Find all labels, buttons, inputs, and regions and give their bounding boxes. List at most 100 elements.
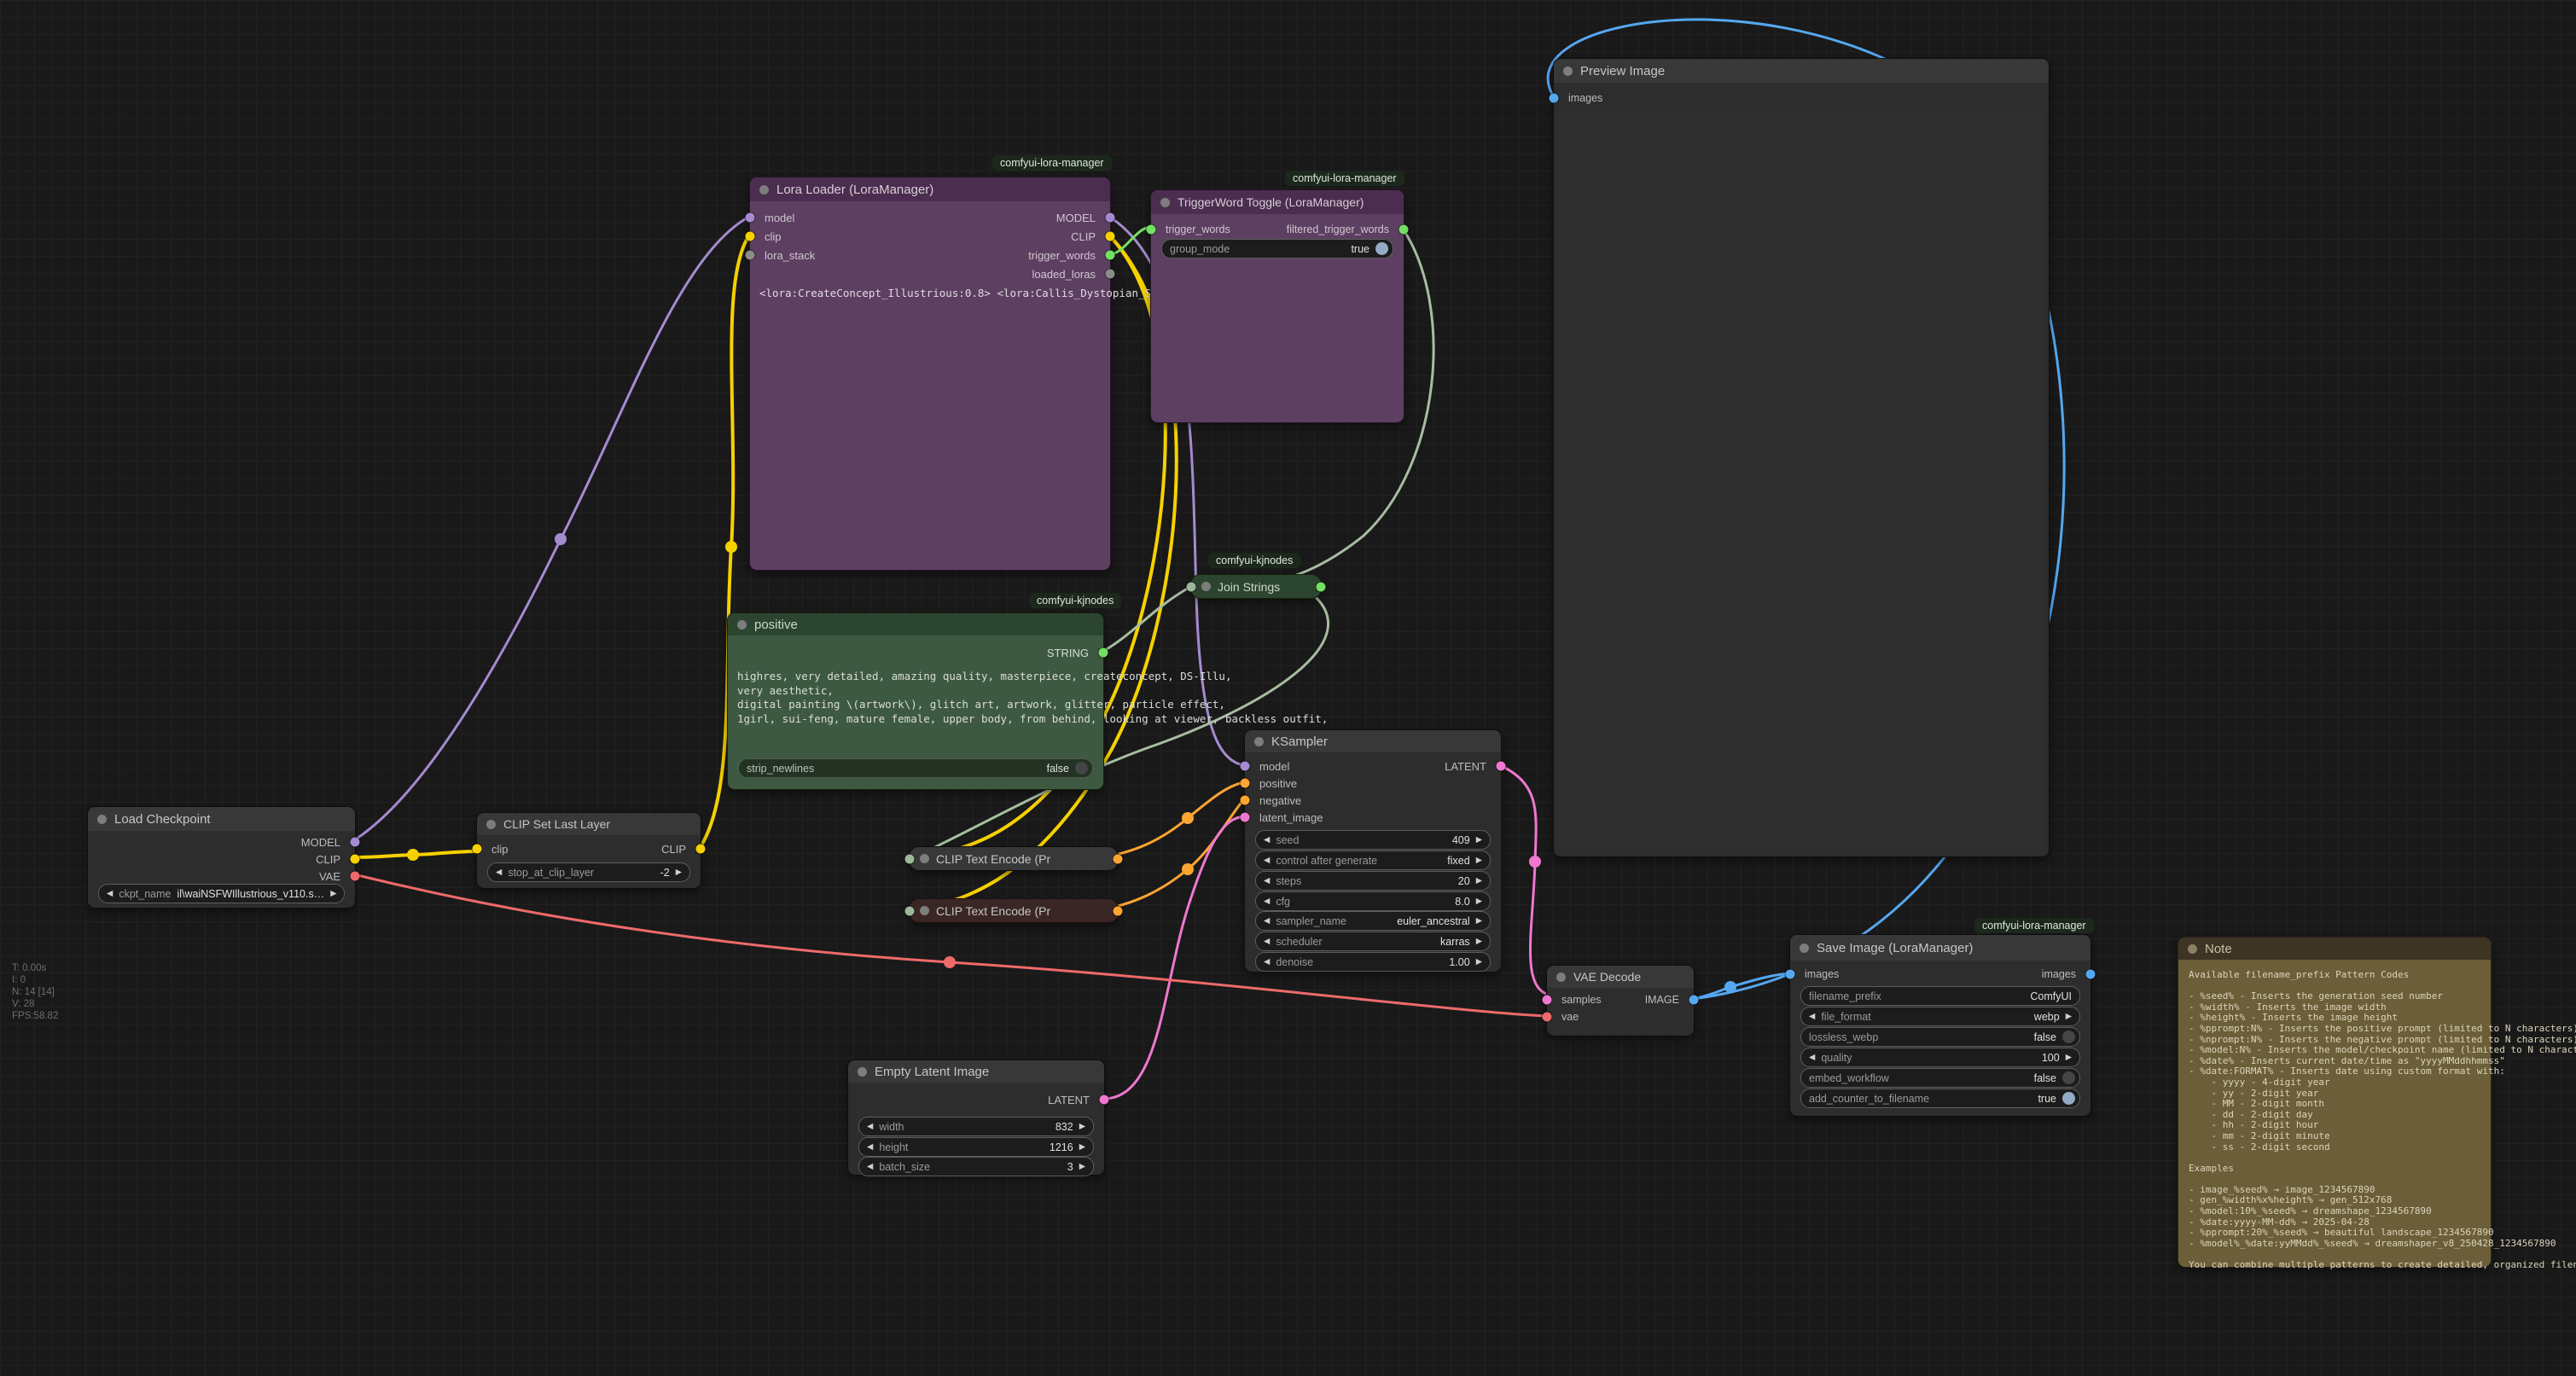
slot-dot-string-out[interactable]: [1317, 582, 1326, 591]
slot-dot-image-out[interactable]: [1689, 996, 1699, 1005]
node-clip-text-encode-positive[interactable]: CLIP Text Encode (Pr: [909, 846, 1119, 871]
toggle-circle[interactable]: [2062, 1092, 2075, 1105]
widget-scheduler[interactable]: ◀ scheduler karras ▶: [1255, 932, 1491, 951]
node-preview-image[interactable]: Preview Image images: [1553, 58, 2050, 857]
slot-dot-model[interactable]: [1241, 762, 1250, 771]
node-titlebar[interactable]: VAE Decode: [1547, 966, 1694, 988]
widget-ckpt-name[interactable]: ◀ ckpt_name il\waiNSFWIllustrious_v110.s…: [98, 884, 345, 903]
slot-dot-conditioning-out[interactable]: [1114, 906, 1123, 915]
reroute-dot[interactable]: [1529, 856, 1541, 868]
widget-sampler-name[interactable]: ◀ sampler_name euler_ancestral ▶: [1255, 911, 1491, 931]
node-positive-prompt[interactable]: positive STRING highres, very detailed, …: [727, 613, 1104, 790]
node-titlebar[interactable]: Save Image (LoraManager): [1790, 935, 2090, 961]
collapse-dot[interactable]: [1563, 67, 1573, 76]
toggle-circle[interactable]: [1375, 242, 1388, 255]
node-titlebar[interactable]: Load Checkpoint: [88, 807, 355, 831]
slot-dot-images[interactable]: [1550, 94, 1559, 103]
slot-dot-latent-out[interactable]: [1100, 1095, 1109, 1105]
node-join-strings[interactable]: Join Strings: [1190, 574, 1322, 599]
slot-dot-strings-in[interactable]: [1187, 582, 1196, 591]
increment-arrow[interactable]: ▶: [2066, 1054, 2072, 1062]
node-empty-latent-image[interactable]: Empty Latent Image LATENT ◀ width 832 ▶ …: [847, 1060, 1105, 1176]
slot-dot-vae[interactable]: [1543, 1013, 1552, 1022]
decrement-arrow[interactable]: ◀: [107, 890, 113, 898]
note-body-text[interactable]: Available filename_prefix Pattern Codes …: [2189, 970, 2576, 1271]
collapse-dot[interactable]: [737, 620, 747, 630]
slot-dot-clip-out[interactable]: [696, 845, 706, 854]
node-titlebar[interactable]: Preview Image: [1554, 59, 2049, 83]
slot-dot-string[interactable]: [1099, 648, 1108, 658]
widget-steps[interactable]: ◀ steps 20 ▶: [1255, 871, 1491, 891]
widget-group-mode[interactable]: group_mode true: [1161, 239, 1393, 258]
slot-dot-conditioning-out[interactable]: [1114, 854, 1123, 863]
node-titlebar[interactable]: Empty Latent Image: [848, 1060, 1104, 1083]
slot-dot-trigger-words-in[interactable]: [1147, 225, 1156, 235]
increment-arrow[interactable]: ▶: [1476, 917, 1482, 926]
decrement-arrow[interactable]: ◀: [496, 868, 502, 877]
node-titlebar[interactable]: Lora Loader (LoraManager): [750, 177, 1110, 201]
reroute-dot[interactable]: [555, 533, 567, 545]
increment-arrow[interactable]: ▶: [1476, 938, 1482, 946]
node-save-image[interactable]: Save Image (LoraManager) images images f…: [1789, 934, 2091, 1117]
decrement-arrow[interactable]: ◀: [1264, 856, 1270, 865]
decrement-arrow[interactable]: ◀: [1264, 938, 1270, 946]
increment-arrow[interactable]: ▶: [1476, 836, 1482, 845]
decrement-arrow[interactable]: ◀: [1264, 897, 1270, 906]
slot-dot-trigger-words[interactable]: [1106, 251, 1115, 260]
increment-arrow[interactable]: ▶: [1476, 856, 1482, 865]
increment-arrow[interactable]: ▶: [1476, 897, 1482, 906]
decrement-arrow[interactable]: ◀: [1264, 877, 1270, 885]
node-triggerword-toggle[interactable]: TriggerWord Toggle (LoraManager) trigger…: [1150, 189, 1404, 423]
decrement-arrow[interactable]: ◀: [1809, 1054, 1815, 1062]
node-ksampler[interactable]: KSampler model positive negative latent_…: [1244, 729, 1502, 972]
node-titlebar[interactable]: CLIP Set Last Layer: [477, 813, 701, 835]
increment-arrow[interactable]: ▶: [1476, 958, 1482, 967]
widget-add-counter-to-filename[interactable]: add_counter_to_filename true: [1800, 1089, 2080, 1108]
collapse-dot[interactable]: [486, 820, 496, 829]
slot-dot-clip-in[interactable]: [473, 845, 482, 854]
widget-cfg[interactable]: ◀ cfg 8.0 ▶: [1255, 891, 1491, 911]
decrement-arrow[interactable]: ◀: [867, 1143, 873, 1152]
node-clip-text-encode-negative[interactable]: CLIP Text Encode (Pr: [909, 898, 1119, 923]
decrement-arrow[interactable]: ◀: [1809, 1013, 1815, 1021]
reroute-dot[interactable]: [1182, 812, 1194, 824]
increment-arrow[interactable]: ▶: [676, 868, 682, 877]
widget-strip-newlines[interactable]: strip_newlines false: [738, 758, 1093, 778]
widget-control-after-generate[interactable]: ◀ control after generate fixed ▶: [1255, 851, 1491, 870]
increment-arrow[interactable]: ▶: [1079, 1163, 1085, 1171]
node-vae-decode[interactable]: VAE Decode samples IMAGE vae: [1546, 965, 1695, 1036]
widget-filename-prefix[interactable]: filename_prefix ComfyUI: [1800, 986, 2080, 1006]
slot-dot-clip[interactable]: [351, 855, 360, 864]
toggle-circle[interactable]: [2062, 1071, 2075, 1084]
slot-dot-model-out[interactable]: [1106, 213, 1115, 223]
decrement-arrow[interactable]: ◀: [1264, 917, 1270, 926]
node-titlebar[interactable]: positive: [728, 613, 1103, 636]
prompt-text[interactable]: highres, very detailed, amazing quality,…: [737, 670, 1328, 726]
widget-height[interactable]: ◀ height 1216 ▶: [858, 1137, 1094, 1157]
slot-dot-clip[interactable]: [746, 232, 755, 241]
reroute-dot[interactable]: [1724, 981, 1736, 993]
reroute-dot[interactable]: [1182, 863, 1194, 875]
node-lora-loader[interactable]: Lora Loader (LoraManager) model clip lor…: [749, 177, 1111, 571]
collapse-dot[interactable]: [1800, 943, 1809, 953]
collapse-dot[interactable]: [2188, 944, 2197, 954]
slot-dot-model[interactable]: [746, 213, 755, 223]
slot-dot-lora-stack[interactable]: [746, 251, 755, 260]
node-titlebar[interactable]: KSampler: [1245, 730, 1501, 752]
slot-dot-positive[interactable]: [1241, 779, 1250, 788]
widget-stop-at-clip-layer[interactable]: ◀ stop_at_clip_layer -2 ▶: [487, 862, 690, 882]
slot-dot-images-in[interactable]: [1786, 970, 1795, 979]
collapse-dot[interactable]: [759, 185, 769, 194]
collapse-dot[interactable]: [920, 906, 929, 915]
slot-dot-samples[interactable]: [1543, 996, 1552, 1005]
slot-dot-images-out[interactable]: [2086, 970, 2096, 979]
increment-arrow[interactable]: ▶: [1079, 1123, 1085, 1131]
widget-seed[interactable]: ◀ seed 409 ▶: [1255, 830, 1491, 850]
collapse-dot[interactable]: [97, 815, 107, 824]
toggle-circle[interactable]: [2062, 1031, 2075, 1043]
widget-width[interactable]: ◀ width 832 ▶: [858, 1117, 1094, 1136]
toggle-circle[interactable]: [1075, 762, 1088, 775]
node-load-checkpoint[interactable]: Load Checkpoint MODEL CLIP VAE ◀ ckpt_na…: [87, 806, 356, 909]
collapse-dot[interactable]: [1556, 972, 1566, 982]
slot-dot-inputs[interactable]: [905, 906, 915, 915]
